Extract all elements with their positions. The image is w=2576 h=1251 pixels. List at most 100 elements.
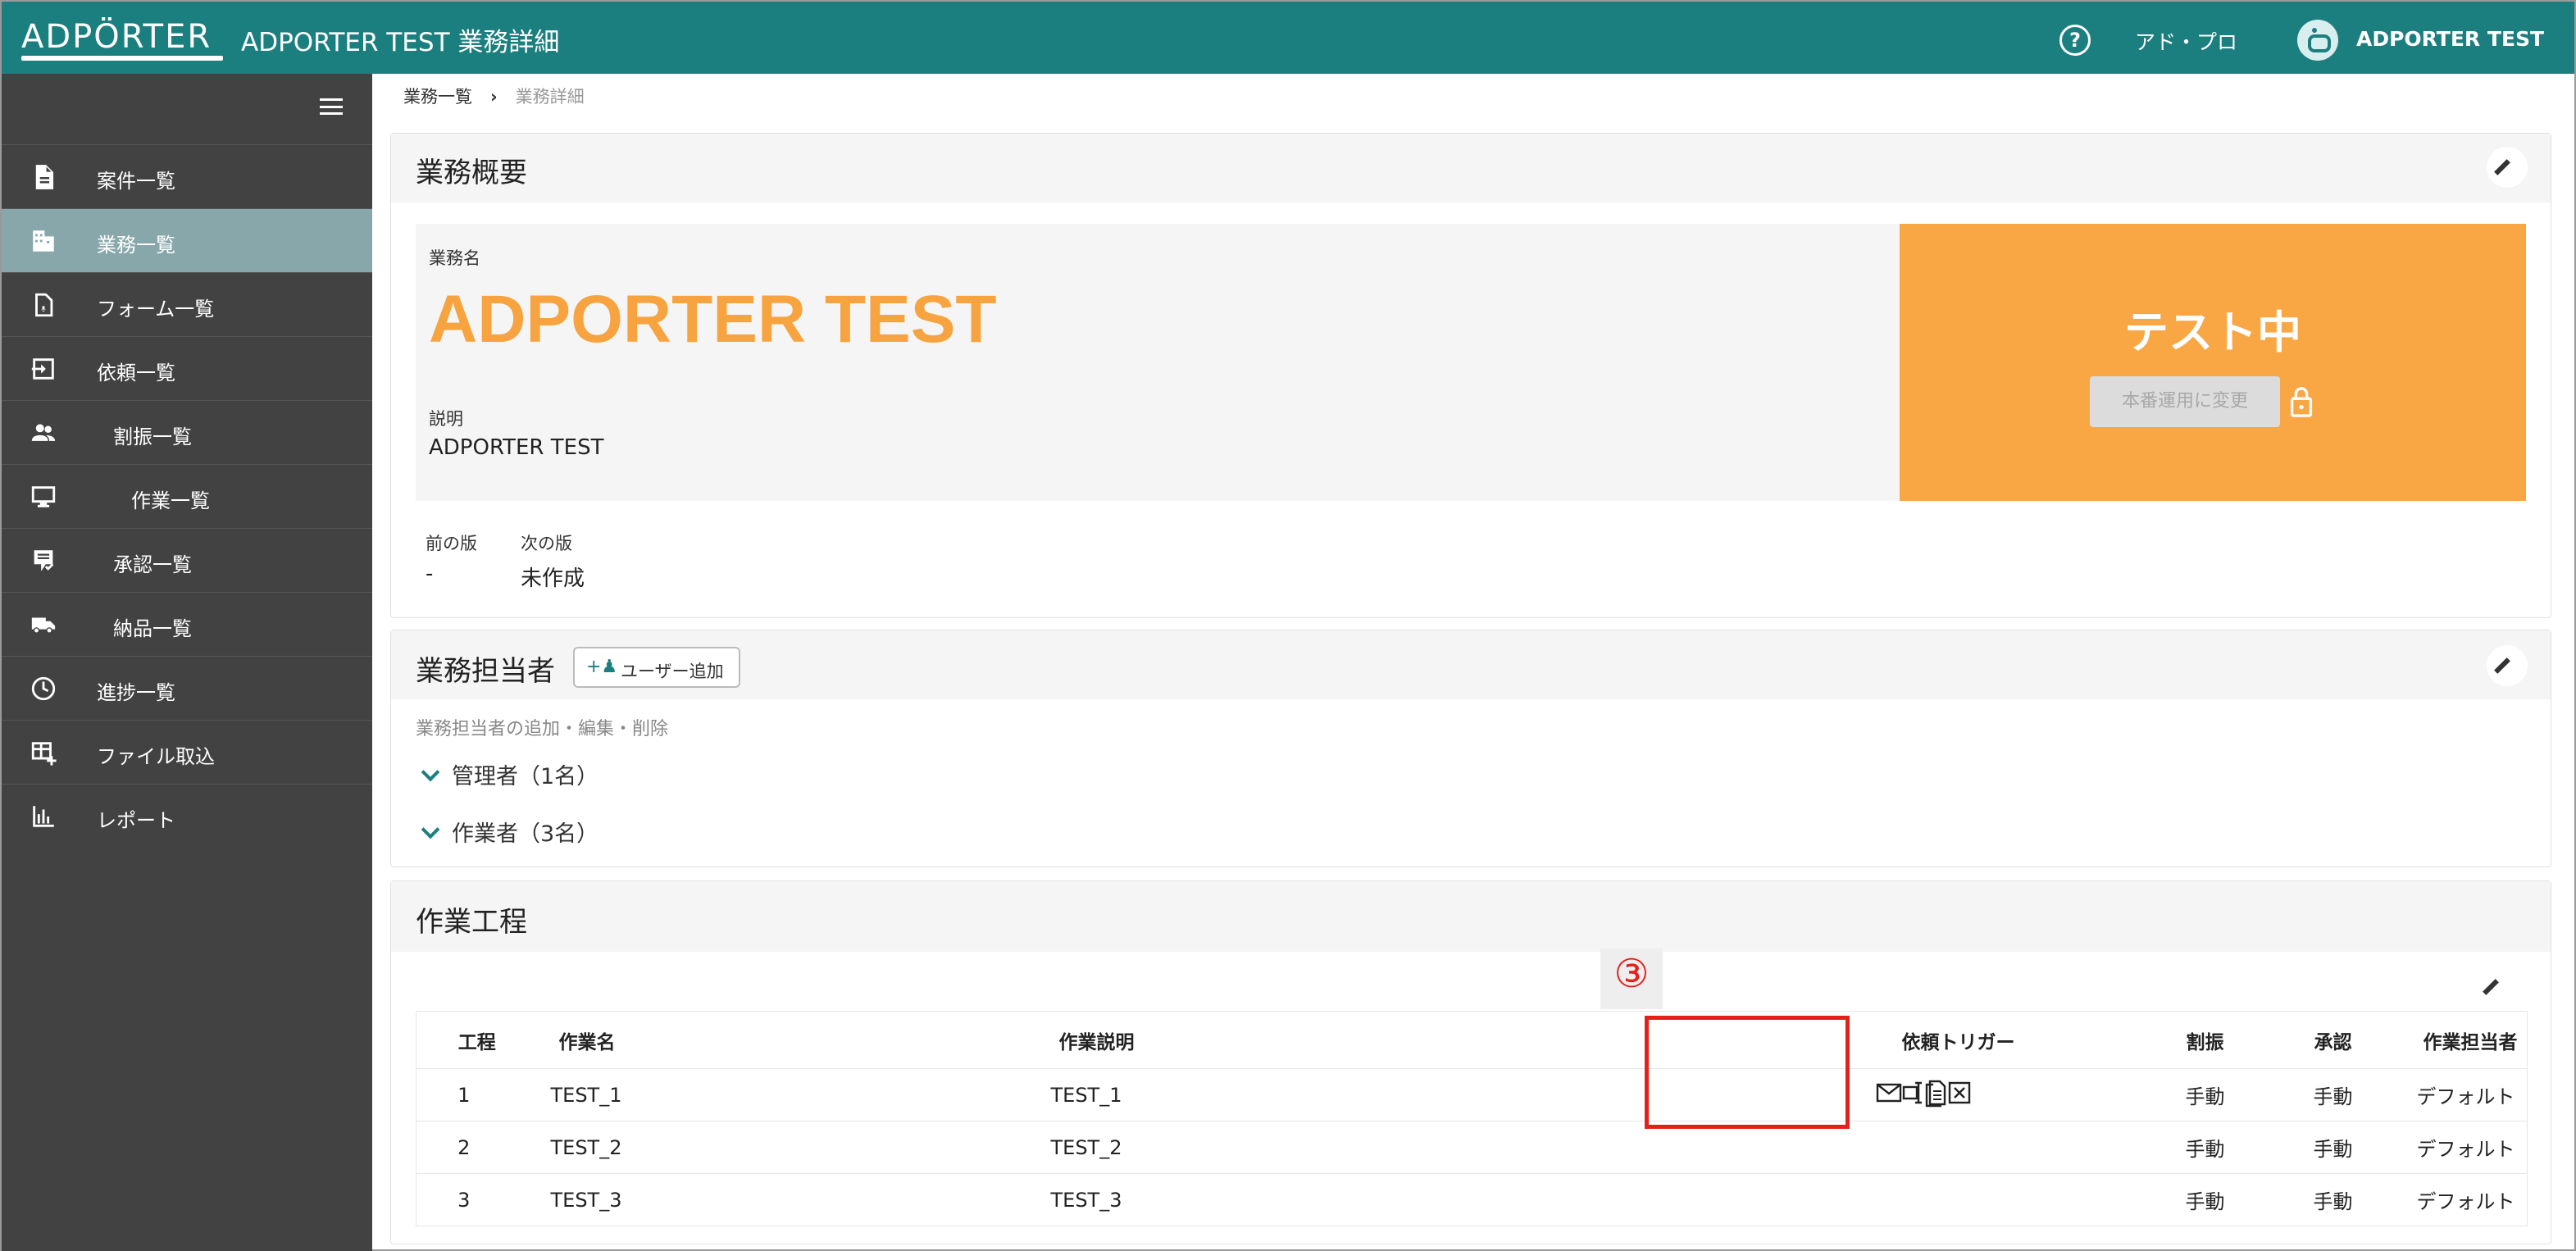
change-to-production-button[interactable]: 本番運用に変更 xyxy=(2090,376,2280,427)
add-user-button[interactable]: +♟ ユーザー追加 xyxy=(573,647,740,688)
cell-assign: 手動 xyxy=(2134,1068,2276,1121)
table-row[interactable]: 3 TEST_3 TEST_3 手動 手動 デフォルト xyxy=(416,1173,2528,1226)
form-icon xyxy=(35,293,53,317)
sidebar-item-progress[interactable]: 進捗一覧 xyxy=(2,656,372,720)
login-icon xyxy=(31,358,54,380)
pencil-icon xyxy=(2494,657,2510,674)
annotation-marker-3: ③ xyxy=(1613,951,1650,997)
sidebar-item-label: 承認一覧 xyxy=(113,553,192,576)
process-card: 作業工程 工程 作業名 作業説明 依頼トリガー 割振 承認 作業担当者 1 TE… xyxy=(390,880,2551,1244)
logo-underline xyxy=(21,56,223,61)
overview-header: 業務概要 xyxy=(391,134,2551,202)
header-link-adpro[interactable]: アド・プロ xyxy=(2135,26,2237,56)
cell-task-name: TEST_1 xyxy=(537,1068,849,1121)
cell-step: 3 xyxy=(416,1173,538,1226)
col-approve: 承認 xyxy=(2275,1011,2391,1069)
cell-approve: 手動 xyxy=(2275,1068,2391,1121)
cell-task-desc: TEST_2 xyxy=(849,1121,1856,1174)
clock-icon xyxy=(31,676,56,701)
col-task-name: 作業名 xyxy=(537,1011,849,1069)
col-assign: 割振 xyxy=(2134,1011,2276,1069)
process-table: 工程 作業名 作業説明 依頼トリガー 割振 承認 作業担当者 1 TEST_1 … xyxy=(416,1011,2528,1226)
edit-overview-button[interactable] xyxy=(2487,147,2528,188)
overview-title: 業務概要 xyxy=(416,157,527,189)
business-name-label: 業務名 xyxy=(429,248,480,268)
user-name[interactable]: ADPORTER TEST xyxy=(2356,27,2544,51)
sidebar-item-forms[interactable]: フォーム一覧 xyxy=(2,272,372,336)
breadcrumb: 業務一覧 › 業務詳細 xyxy=(403,84,585,108)
status-panel: テスト中 本番運用に変更 xyxy=(1900,224,2526,501)
page-title: ADPORTER TEST 業務詳細 xyxy=(241,28,560,57)
col-trigger: 依頼トリガー xyxy=(1855,1011,2135,1069)
edit-members-button[interactable] xyxy=(2487,645,2528,686)
sidebar-item-report[interactable]: レポート xyxy=(2,784,372,848)
description-label: 説明 xyxy=(429,409,463,429)
description-value: ADPORTER TEST xyxy=(429,435,604,460)
mail-icon xyxy=(1876,1083,1901,1102)
cell-task-desc: TEST_3 xyxy=(849,1173,1856,1226)
sidebar-item-label: 依頼一覧 xyxy=(97,362,175,384)
sidebar-item-file-import[interactable]: ファイル取込 xyxy=(2,720,372,784)
excel-icon xyxy=(1948,1081,1970,1103)
sidebar-item-label: 案件一覧 xyxy=(97,170,175,193)
trigger-icons xyxy=(1876,1080,1970,1107)
document-icon xyxy=(35,165,54,189)
sidebar-item-requests[interactable]: 依頼一覧 xyxy=(2,336,372,400)
add-user-label: ユーザー追加 xyxy=(621,662,724,681)
sidebar-item-delivery[interactable]: 納品一覧 xyxy=(2,592,372,656)
truck-icon xyxy=(31,617,56,634)
cell-approve: 手動 xyxy=(2275,1173,2391,1226)
help-icon[interactable]: ? xyxy=(2059,25,2091,56)
process-title: 作業工程 xyxy=(416,906,527,939)
table-row[interactable]: 1 TEST_1 TEST_1 手動 手動 デフォルト xyxy=(416,1068,2528,1121)
pencil-icon xyxy=(2483,979,2499,995)
lock-icon xyxy=(2290,387,2313,417)
cell-worker: デフォルト xyxy=(2390,1068,2528,1121)
cell-worker: デフォルト xyxy=(2390,1121,2528,1174)
cell-assign: 手動 xyxy=(2134,1121,2276,1174)
sidebar-item-tasks[interactable]: 作業一覧 xyxy=(2,464,372,528)
status-text: テスト中 xyxy=(2124,307,2301,358)
overview-card: 業務概要 業務名 ADPORTER TEST 説明 ADPORTER TEST … xyxy=(390,133,2551,618)
menu-icon[interactable] xyxy=(320,98,343,115)
prev-version-value: - xyxy=(426,562,434,586)
avatar[interactable] xyxy=(2297,20,2338,61)
next-version-value: 未作成 xyxy=(521,566,585,591)
breadcrumb-parent[interactable]: 業務一覧 xyxy=(403,87,472,107)
group-workers[interactable]: 作業者（3名） xyxy=(421,816,599,848)
cell-step: 2 xyxy=(416,1121,538,1174)
table-header-row: 工程 作業名 作業説明 依頼トリガー 割振 承認 作業担当者 xyxy=(416,1011,2528,1069)
sidebar-item-projects[interactable]: 案件一覧 xyxy=(2,144,372,208)
sidebar-item-label: 作業一覧 xyxy=(131,489,210,512)
breadcrumb-current: 業務詳細 xyxy=(515,87,585,107)
add-person-icon: +♟ xyxy=(586,657,618,677)
members-title: 業務担当者 xyxy=(416,655,555,688)
sidebar-item-label: 業務一覧 xyxy=(97,234,175,257)
sidebar-item-business[interactable]: 業務一覧 xyxy=(2,208,372,272)
breadcrumb-separator: › xyxy=(490,87,498,107)
sidebar-item-label: 納品一覧 xyxy=(113,617,192,640)
col-step: 工程 xyxy=(416,1011,538,1069)
sidebar-item-label: フォーム一覧 xyxy=(97,298,215,321)
bar-chart-icon xyxy=(33,806,54,827)
business-name: ADPORTER TEST xyxy=(429,282,997,357)
group-workers-label: 作業者（3名） xyxy=(452,821,599,847)
cell-approve: 手動 xyxy=(2275,1121,2391,1174)
sidebar: 案件一覧 業務一覧 フォーム一覧 依頼一覧 割振一覧 作業一覧 承認一覧 納品一… xyxy=(2,74,372,1251)
sidebar-item-assign[interactable]: 割振一覧 xyxy=(2,400,372,464)
chevron-down-icon xyxy=(421,820,440,839)
process-header: 作業工程 xyxy=(391,881,2551,952)
chevron-down-icon xyxy=(421,762,440,782)
app-header: ADPÖRTER ADPORTER TEST 業務詳細 ? アド・プロ ADPO… xyxy=(2,2,2574,74)
sidebar-item-label: レポート xyxy=(97,809,175,832)
sidebar-item-approval[interactable]: 承認一覧 xyxy=(2,528,372,592)
annotation-highlight-box xyxy=(1645,1016,1850,1129)
members-hint: 業務担当者の追加・編集・削除 xyxy=(416,719,669,739)
cell-task-name: TEST_3 xyxy=(537,1173,849,1226)
members-header: 業務担当者 +♟ ユーザー追加 xyxy=(391,630,2551,699)
table-row[interactable]: 2 TEST_2 TEST_2 手動 手動 デフォルト xyxy=(416,1121,2528,1174)
edit-process-button[interactable] xyxy=(2475,967,2516,1008)
app-logo[interactable]: ADPÖRTER xyxy=(21,18,212,61)
document-icon xyxy=(1925,1080,1946,1107)
group-admins[interactable]: 管理者（1名） xyxy=(421,758,598,790)
